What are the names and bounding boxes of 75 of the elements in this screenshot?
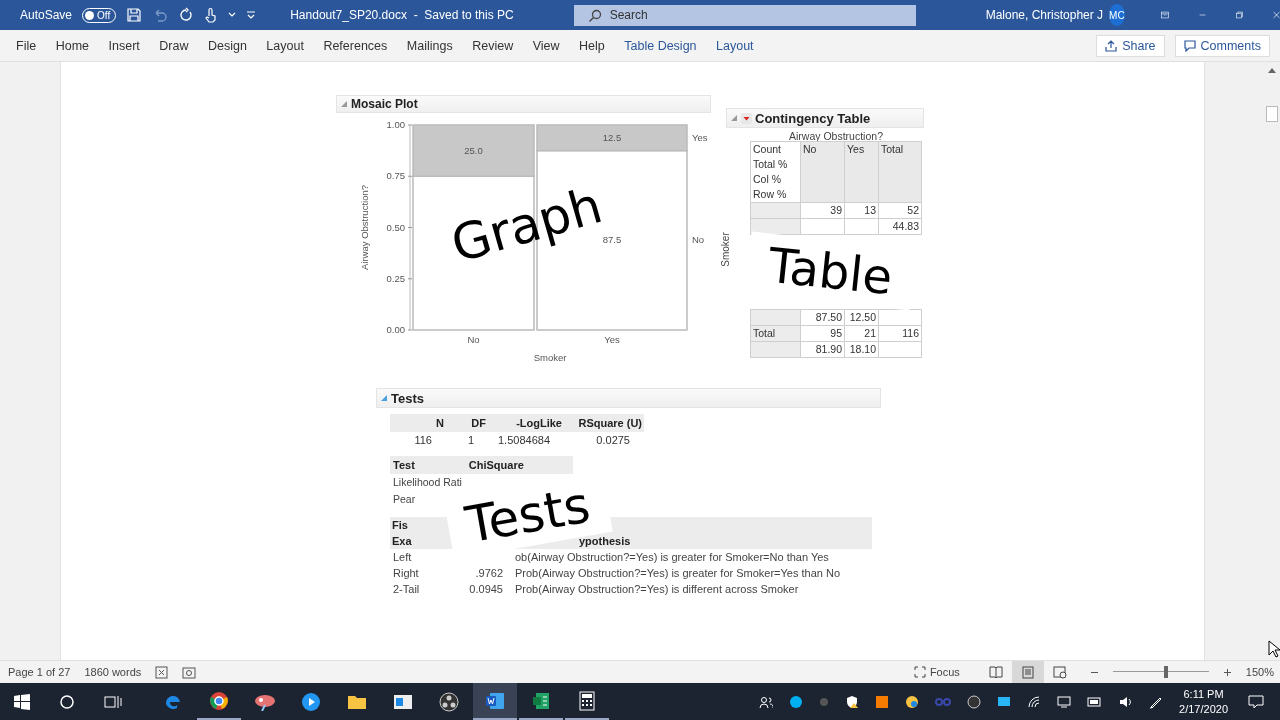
user-name[interactable]: Malone, Christopher J <box>985 8 1104 22</box>
column-header: DF <box>446 414 488 432</box>
column-header: RSquare (U) <box>564 414 644 432</box>
column-header: -LogLike <box>488 414 564 432</box>
axis-tick-label: 0.00 <box>386 324 405 335</box>
section-header[interactable]: Tests <box>376 388 881 408</box>
ribbon-tab[interactable]: Home <box>47 34 97 57</box>
legend-label: No <box>692 234 705 246</box>
axis-tick-label: 0.25 <box>386 272 405 284</box>
column-header: Yes <box>844 141 879 203</box>
table-cell: .9762 <box>475 567 503 579</box>
column-header: N <box>390 414 446 432</box>
ribbon-tab[interactable]: Review <box>464 34 522 57</box>
legend-label: Yes <box>692 131 708 143</box>
table-cell-text: Right <box>392 566 420 581</box>
ribbon-tab[interactable]: Table Design <box>616 34 705 57</box>
focus-button[interactable]: Focus <box>907 665 966 679</box>
column-header: Exa <box>391 534 413 549</box>
statistic-label: Count <box>753 142 783 157</box>
table-cell-text: 0.0275 <box>595 433 631 448</box>
ribbon-tab[interactable]: Layout <box>708 34 762 57</box>
zoom-level[interactable]: 150% <box>1245 666 1274 678</box>
table-cell-text: 1 <box>466 433 475 448</box>
statistic-label: Row % <box>753 187 788 202</box>
axis-tick-label: 1.00 <box>386 119 405 130</box>
table-cell-text: Prob(Airway Obstruction?=Yes) is greater for Smoker=Yes than No <box>515 566 841 581</box>
section-header[interactable]: Mosaic Plot <box>336 95 711 113</box>
axis-tick-label: 0.75 <box>386 170 405 182</box>
clock-time[interactable]: 6:11 PM <box>1183 686 1224 702</box>
axis-tick-label: 0.50 <box>386 221 405 233</box>
ribbon-tab[interactable]: View <box>524 34 568 57</box>
table-cell-text: 116 <box>413 433 433 448</box>
page-count[interactable]: Page 1 of 27 <box>8 666 71 678</box>
ribbon-tab[interactable]: Draw <box>151 34 197 57</box>
ribbon-tab[interactable]: Layout <box>258 34 312 57</box>
section-title: Mosaic Plot <box>351 97 418 111</box>
row-variable-label: Smoker <box>719 232 731 267</box>
clock-date[interactable]: 2/17/2020 <box>1179 701 1228 717</box>
column-variable-label: Airway Obstruction? <box>788 130 884 142</box>
data-label: 87.5 <box>602 234 622 246</box>
autosave-label: AutoSave <box>20 8 73 22</box>
ribbon-tab[interactable]: Help <box>571 34 613 57</box>
table-cell-text: Pear <box>392 492 416 507</box>
column-header: No <box>800 141 845 203</box>
data-label: 25.0 <box>464 144 483 156</box>
table-cell-text: Left <box>392 550 413 565</box>
ribbon-tab[interactable]: References <box>315 34 396 57</box>
statistic-label: Col % <box>753 172 782 187</box>
table-cell: 44.83 <box>878 218 922 235</box>
table-cell-text: Prob(Airway Obstruction?=Yes) is different across Smoker <box>515 582 799 597</box>
column-header: ChiSquare <box>468 458 524 473</box>
table-cell-text: 1.5084684 <box>497 433 551 448</box>
search-field[interactable]: Search <box>573 4 916 26</box>
avatar[interactable]: MC <box>1109 4 1125 26</box>
table-cell: 0.0945 <box>469 583 503 595</box>
document-title: Handout7_SP20.docx - Saved to this PC <box>290 8 514 22</box>
comments-button[interactable]: Comments <box>1174 34 1270 57</box>
ribbon-tab[interactable]: File <box>8 34 45 57</box>
axis-tick-label: No <box>467 334 480 345</box>
statistic-label: Total % <box>753 157 789 172</box>
axis-title: Airway Obstruction? <box>359 185 370 270</box>
ribbon-tab[interactable]: Insert <box>100 34 148 57</box>
section-title: Contingency Table <box>755 110 871 126</box>
ribbon-tab[interactable]: Design <box>199 34 255 57</box>
column-header: Test <box>393 458 415 473</box>
section-title: Tests <box>391 390 424 406</box>
word-count[interactable]: 1860 words <box>84 666 142 678</box>
ribbon-tab[interactable]: Mailings <box>398 34 461 57</box>
table-cell-text: 2-Tail <box>392 582 421 597</box>
section-header[interactable]: Contingency Table <box>726 108 924 128</box>
data-label: 12.5 <box>602 131 622 143</box>
column-header: Total <box>878 141 922 203</box>
share-button[interactable]: Share <box>1096 34 1165 57</box>
axis-tick-label: Yes <box>604 334 620 345</box>
axis-title: Smoker <box>533 352 567 363</box>
